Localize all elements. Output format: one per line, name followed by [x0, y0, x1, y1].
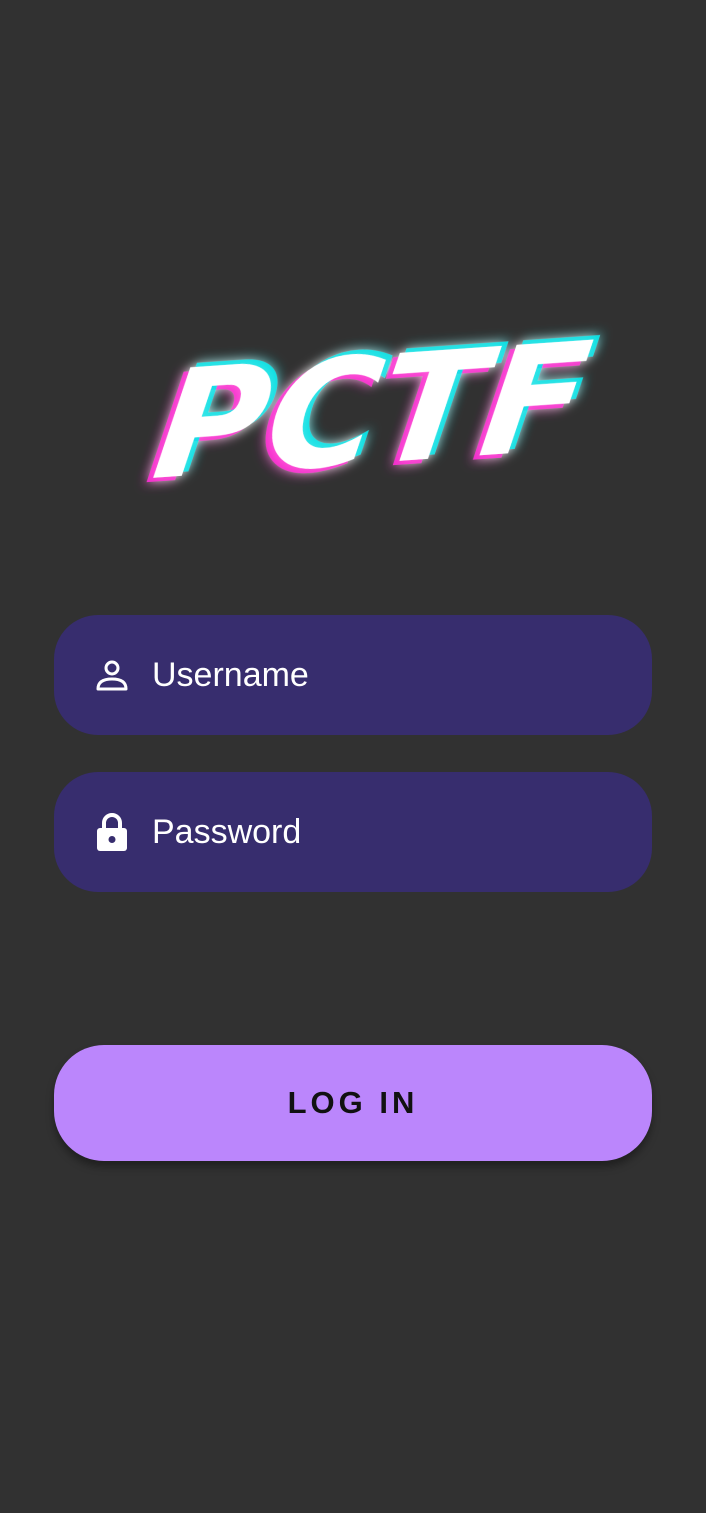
username-field[interactable] — [54, 615, 652, 735]
app-logo: PCTF PCTF PCTF — [100, 300, 620, 520]
login-button[interactable]: LOG IN — [54, 1045, 652, 1161]
password-field[interactable] — [54, 772, 652, 892]
person-icon — [94, 655, 130, 695]
username-input[interactable] — [152, 645, 652, 705]
logo-text: PCTF — [145, 309, 600, 513]
lock-icon — [94, 812, 130, 852]
password-input[interactable] — [152, 802, 652, 862]
